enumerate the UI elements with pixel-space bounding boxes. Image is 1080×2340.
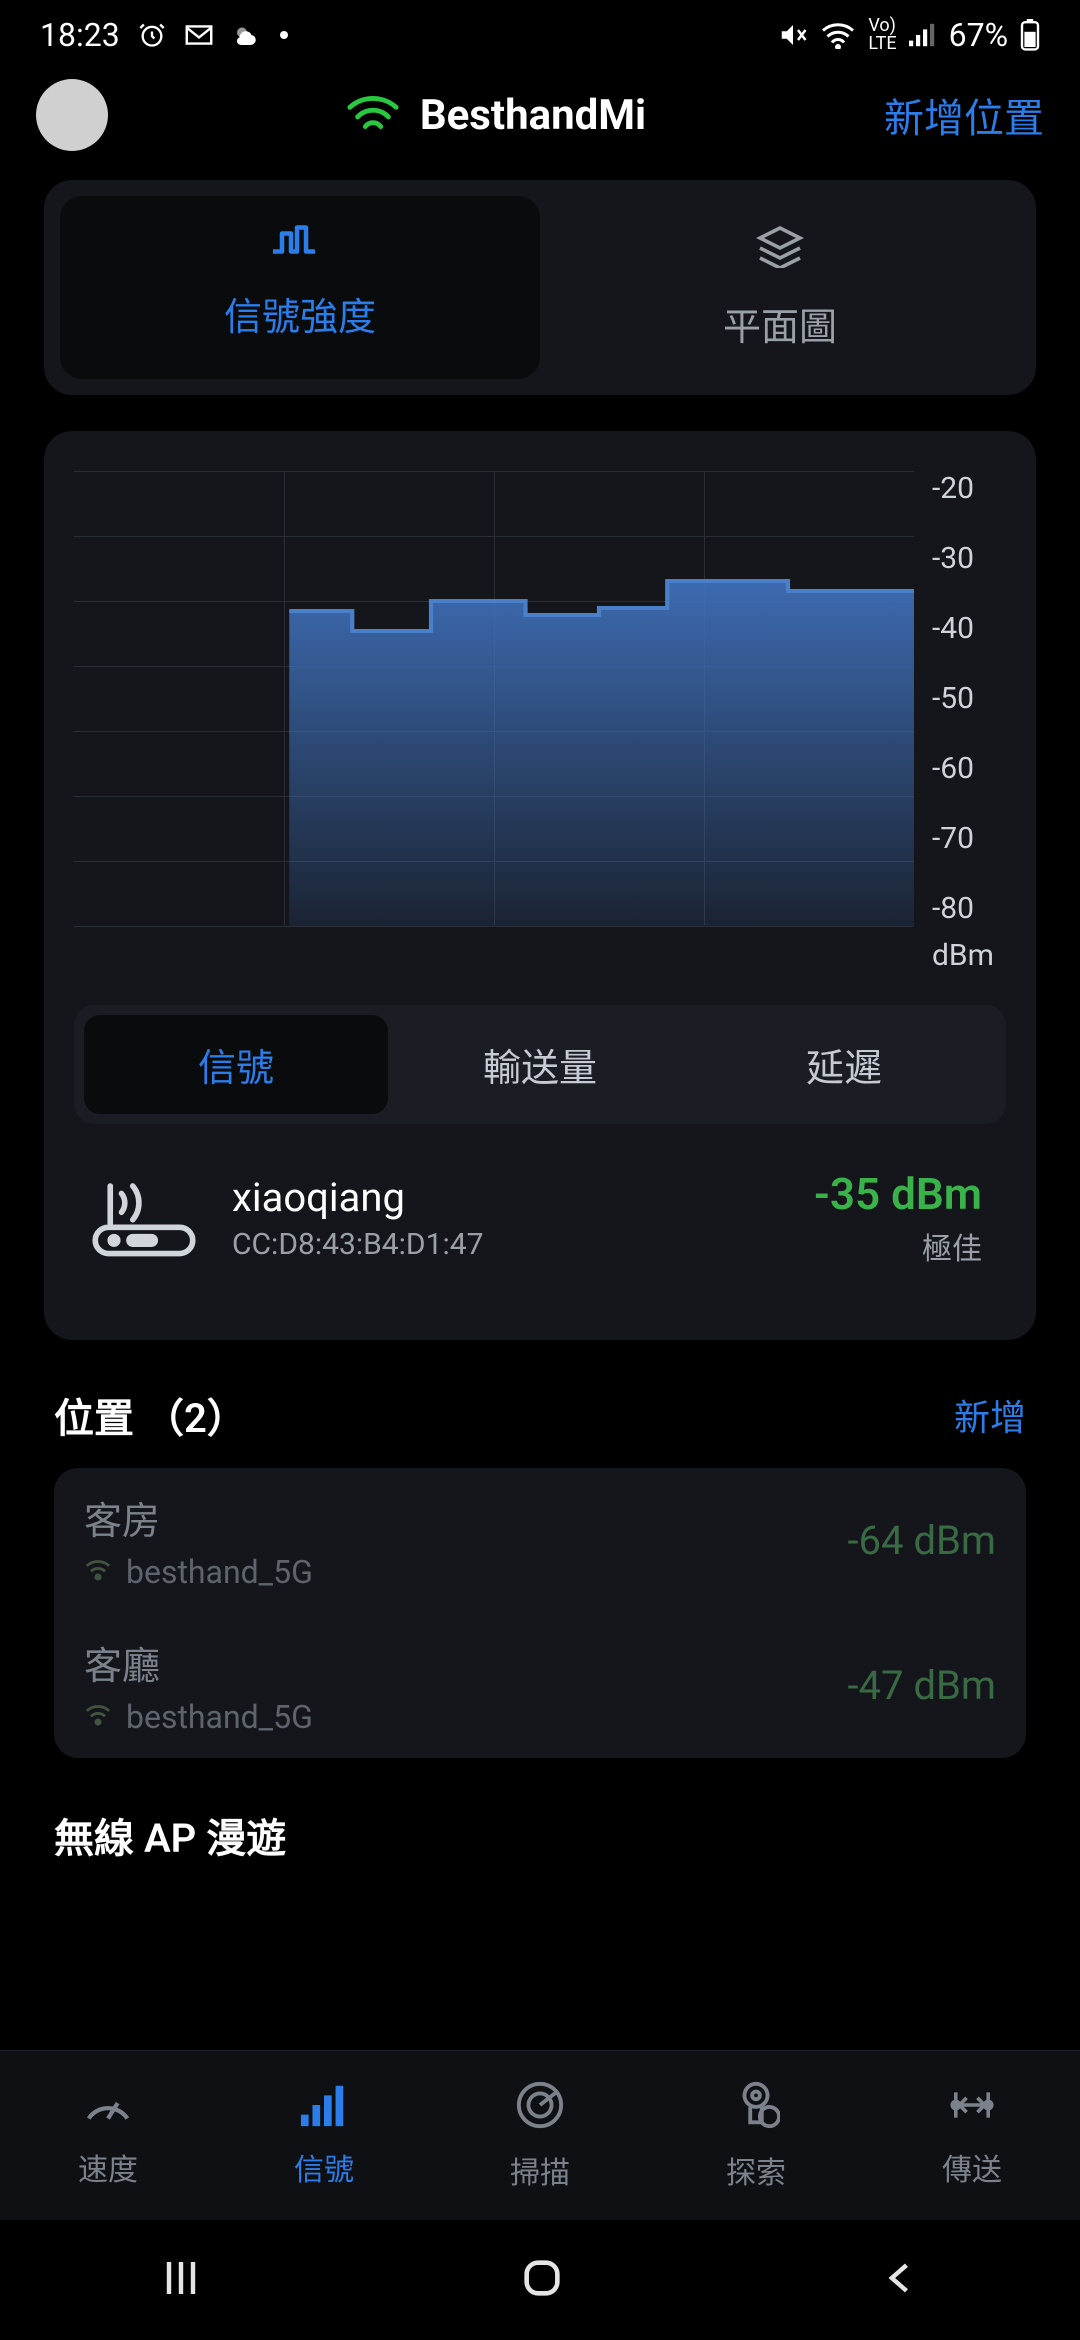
nav-scan[interactable]: 掃描: [432, 2051, 648, 2220]
nav-explore[interactable]: 探索: [648, 2051, 864, 2220]
signal-wave-icon: [270, 224, 330, 262]
avatar[interactable]: [36, 79, 108, 151]
layers-icon: [755, 224, 805, 272]
nav-transfer[interactable]: 傳送: [864, 2051, 1080, 2220]
sub-tab-signal[interactable]: 信號: [84, 1015, 388, 1114]
mute-icon: [778, 20, 808, 50]
chart-card: -20 -30 -40 -50 -60 -70 -80 dBm 信號 輸送量 延…: [44, 431, 1036, 1340]
add-location-link[interactable]: 新增位置: [884, 86, 1044, 144]
y-axis-labels: -20 -30 -40 -50 -60 -70 -80: [914, 471, 1006, 926]
alarm-icon: [138, 21, 166, 49]
home-button[interactable]: [519, 2255, 565, 2305]
volte-icon: Vo)LTE: [868, 17, 896, 53]
nav-speed[interactable]: 速度: [0, 2051, 216, 2220]
radar-icon: [515, 2080, 565, 2134]
app-header: BesthandMi 新增位置: [0, 70, 1080, 160]
main-tabs-card: 信號強度 平面圖: [44, 180, 1036, 395]
dot-icon: [280, 31, 288, 39]
recents-button[interactable]: [157, 2254, 205, 2306]
explore-icon: [732, 2080, 780, 2134]
location-name: 客廳: [84, 1635, 313, 1690]
roaming-title: 無線 AP 漫遊: [44, 1788, 1036, 1882]
locations-add-link[interactable]: 新增: [954, 1389, 1026, 1441]
chart-sub-tabs: 信號 輸送量 延遲: [74, 1005, 1006, 1124]
location-item[interactable]: 客房 besthand_5G -64 dBm: [54, 1468, 1026, 1613]
gmail-icon: [184, 24, 214, 46]
status-bar: 18:23 Vo)LTE 67%: [0, 0, 1080, 70]
location-dbm: -47 dBm: [848, 1662, 997, 1709]
y-axis-unit: dBm: [914, 938, 1006, 973]
battery-percent: 67%: [949, 16, 1008, 54]
tab-signal-strength[interactable]: 信號強度: [60, 196, 540, 379]
wifi-icon: [346, 95, 400, 135]
bottom-nav: 速度 信號 掃描 探索 傳送: [0, 2050, 1080, 2220]
status-left: 18:23: [40, 16, 288, 54]
battery-icon: [1020, 19, 1040, 51]
system-nav: [0, 2220, 1080, 2340]
locations-title: 位置 （2）: [54, 1386, 247, 1444]
wifi-small-icon: [84, 1704, 112, 1730]
wifi-small-icon: [84, 1559, 112, 1585]
location-dbm: -64 dBm: [848, 1517, 997, 1564]
location-name: 客房: [84, 1490, 313, 1545]
header-center[interactable]: BesthandMi: [346, 91, 646, 140]
location-ssid: besthand_5G: [126, 1698, 313, 1736]
status-time: 18:23: [40, 16, 120, 54]
cell-signal-icon: [909, 23, 937, 47]
nav-signal[interactable]: 信號: [216, 2051, 432, 2220]
location-ssid: besthand_5G: [126, 1553, 313, 1591]
device-name: xiaoqiang: [232, 1174, 786, 1221]
status-right: Vo)LTE 67%: [778, 16, 1040, 54]
router-icon: [84, 1171, 204, 1265]
device-mac: CC:D8:43:B4:D1:47: [232, 1227, 786, 1262]
weather-icon: [232, 22, 262, 48]
gauge-icon: [81, 2083, 135, 2131]
device-row[interactable]: xiaoqiang CC:D8:43:B4:D1:47 -35 dBm 極佳: [74, 1130, 1006, 1306]
sub-tab-latency[interactable]: 延遲: [692, 1015, 996, 1114]
device-quality: 極佳: [814, 1224, 982, 1268]
transfer-icon: [945, 2083, 999, 2131]
wifi6-icon: [820, 21, 856, 49]
sub-tab-throughput[interactable]: 輸送量: [388, 1015, 692, 1114]
back-button[interactable]: [879, 2256, 923, 2304]
tab-floor-plan[interactable]: 平面圖: [540, 196, 1020, 379]
device-dbm: -35 dBm: [814, 1168, 982, 1220]
tab-label: 信號強度: [224, 286, 376, 341]
signal-chart: -20 -30 -40 -50 -60 -70 -80 dBm: [74, 471, 1006, 971]
bars-icon: [299, 2083, 349, 2131]
tab-label: 平面圖: [723, 296, 837, 351]
header-ssid: BesthandMi: [420, 91, 646, 140]
location-item[interactable]: 客廳 besthand_5G -47 dBm: [54, 1613, 1026, 1758]
locations-section: 位置 （2） 新增 客房 besthand_5G -64 dBm: [44, 1376, 1036, 1758]
